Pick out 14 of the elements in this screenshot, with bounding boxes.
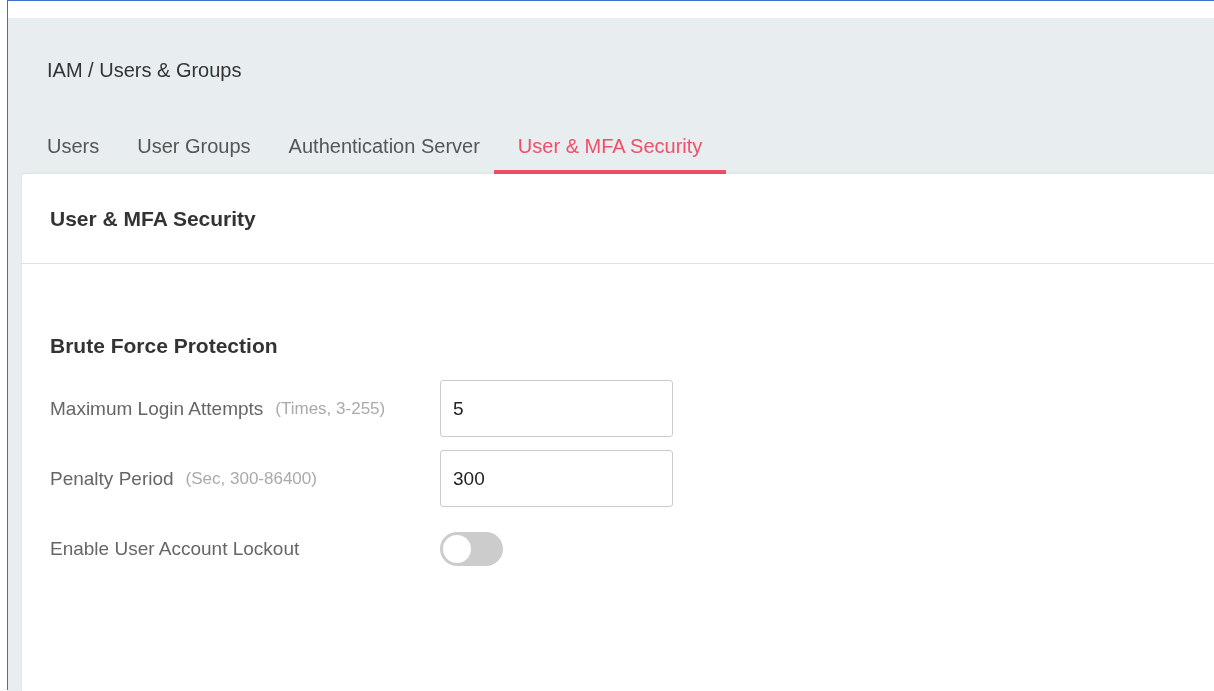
field-label: Enable User Account Lockout bbox=[50, 537, 300, 560]
input-field[interactable]: 5 bbox=[440, 380, 673, 437]
breadcrumb: IAM / Users & Groups bbox=[47, 59, 242, 81]
section-title: Brute Force Protection bbox=[50, 334, 279, 358]
field-label: Maximum Login Attempts bbox=[50, 397, 264, 420]
input-field[interactable]: 300 bbox=[440, 450, 673, 507]
tab[interactable]: Authentication Server bbox=[276, 121, 492, 174]
toggle-switch[interactable] bbox=[440, 531, 503, 566]
tab[interactable]: Users bbox=[35, 121, 112, 174]
field-hint: (Times, 3-255) bbox=[275, 398, 386, 419]
panel-title: User & MFA Security bbox=[50, 206, 256, 231]
tab[interactable]: User Groups bbox=[125, 121, 263, 174]
field-hint: (Sec, 300-86400) bbox=[185, 468, 317, 489]
field-label: Penalty Period bbox=[50, 467, 174, 490]
